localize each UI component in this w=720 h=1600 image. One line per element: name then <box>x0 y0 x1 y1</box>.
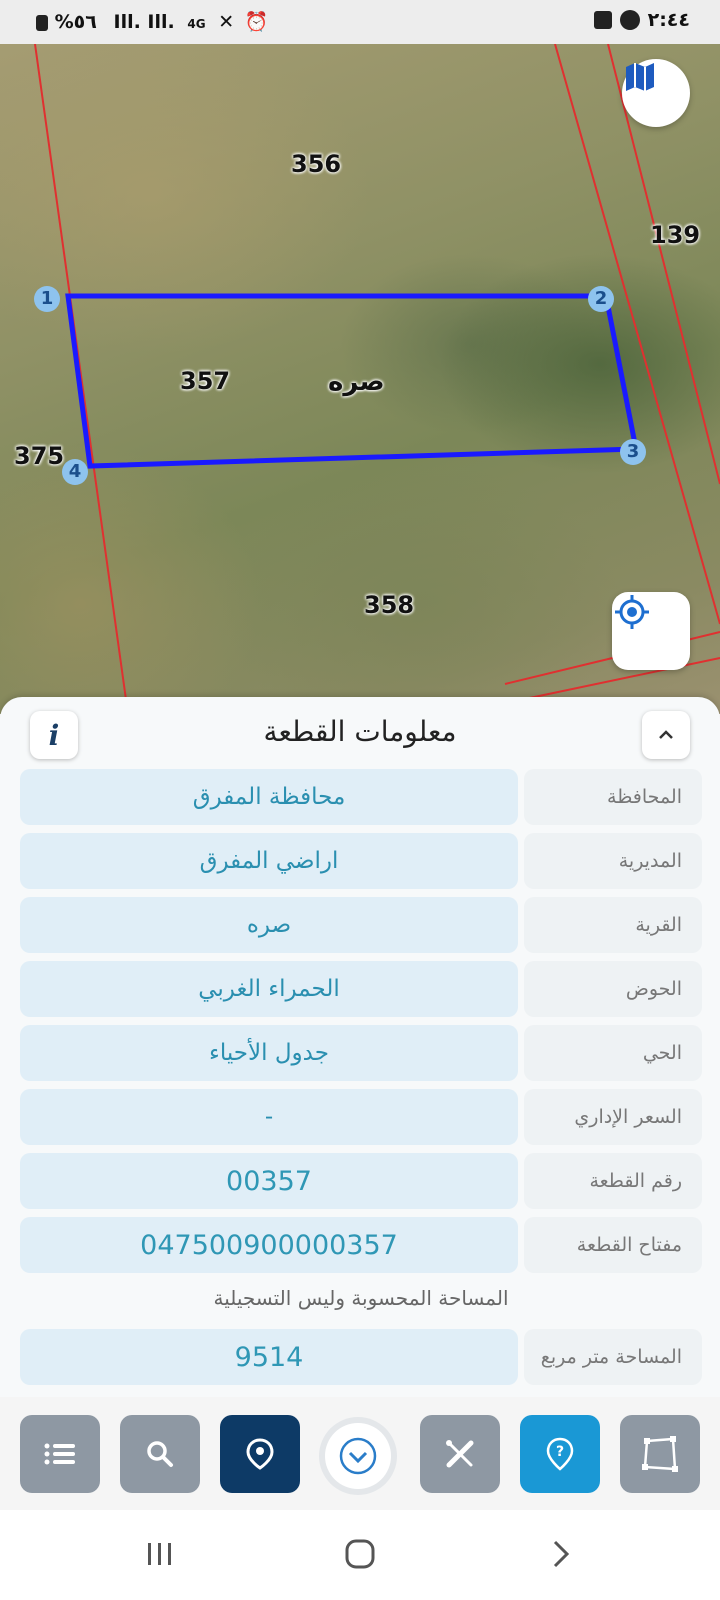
info-row-admin-price: - السعر الإداري <box>20 1089 702 1145</box>
help-button[interactable]: ? <box>520 1415 600 1493</box>
basin-label: الحوض <box>524 961 702 1017</box>
system-nav-bar <box>0 1510 720 1600</box>
battery-level: %٥٦ <box>54 11 97 33</box>
panel-title: معلومات القطعة <box>263 715 457 748</box>
vertex-marker[interactable]: 1 <box>34 286 60 312</box>
panel-header: i معلومات القطعة <box>0 697 720 769</box>
info-row-basin: الحمراء الغربي الحوض <box>20 961 702 1017</box>
home-icon <box>345 1539 375 1569</box>
area-note: المساحة المحسوبة وليس التسجيلية <box>213 1286 509 1310</box>
chevron-up-icon <box>659 730 673 739</box>
cadastral-line <box>34 44 129 714</box>
vertex-marker[interactable]: 3 <box>620 439 646 465</box>
home-button[interactable] <box>330 1532 390 1576</box>
whatsapp-icon <box>619 10 640 30</box>
crosshair-icon <box>615 595 649 629</box>
recents-icon <box>148 1543 171 1565</box>
directorate-value: اراضي المفرق <box>20 833 518 889</box>
collapse-button[interactable] <box>642 711 690 759</box>
village-label: القرية <box>524 897 702 953</box>
governorate-label: المحافظة <box>524 769 702 825</box>
info-row-governorate: محافظة المفرق المحافظة <box>20 769 702 825</box>
network-type: 4G <box>187 17 206 31</box>
parcel-number-358: 358 <box>364 591 415 619</box>
screenshot-icon <box>593 11 612 29</box>
directorate-label: المديرية <box>524 833 702 889</box>
neighborhood-value: جدول الأحياء <box>20 1025 518 1081</box>
parcel-number-356: 356 <box>291 150 342 178</box>
info-row-parcel-key: 047500900000357 مفتاح القطعة <box>20 1217 702 1273</box>
info-row-village: صره القرية <box>20 897 702 953</box>
admin-price-label: السعر الإداري <box>524 1089 702 1145</box>
parcel-number-value: 00357 <box>20 1153 518 1209</box>
svg-text:?: ? <box>556 1444 564 1460</box>
measure-icon <box>446 1440 474 1468</box>
area-name-label: صره <box>328 367 385 397</box>
parcel-key-label: مفتاح القطعة <box>524 1217 702 1273</box>
signal-icon: Ill. Ill. <box>113 11 175 33</box>
area-label: المساحة متر مربع <box>524 1329 702 1385</box>
info-row-area: 9514 المساحة متر مربع <box>20 1329 702 1385</box>
collapse-toolbar-button[interactable] <box>325 1423 391 1489</box>
map-view[interactable]: 356 139 357 صره 375 358 1 2 3 4 <box>0 44 720 714</box>
info-row-parcel-number: 00357 رقم القطعة <box>20 1153 702 1209</box>
status-left: %٥٦ Ill. Ill. 4G ✕ ⏰ <box>36 10 268 33</box>
help-icon: ? <box>546 1437 574 1471</box>
governorate-value: محافظة المفرق <box>20 769 518 825</box>
parcel-info-panel: i معلومات القطعة محافظة المفرق المحافظة … <box>0 697 720 1397</box>
mute-icon: ✕ <box>218 11 235 33</box>
vertex-marker[interactable]: 4 <box>62 459 88 485</box>
list-button[interactable] <box>20 1415 100 1493</box>
chevron-down-icon <box>339 1437 377 1475</box>
info-row-neighborhood: جدول الأحياء الحي <box>20 1025 702 1081</box>
status-bar: %٥٦ Ill. Ill. 4G ✕ ⏰ ٢:٤٤ <box>0 0 720 44</box>
polygon-icon <box>642 1436 678 1472</box>
admin-price-value: - <box>20 1089 518 1145</box>
map-icon <box>626 63 654 91</box>
parcel-number-139: 139 <box>650 221 701 249</box>
basin-value: الحمراء الغربي <box>20 961 518 1017</box>
vertex-marker[interactable]: 2 <box>588 286 614 312</box>
parcel-key-value: 047500900000357 <box>20 1217 518 1273</box>
status-right: ٢:٤٤ <box>593 9 690 31</box>
location-button[interactable] <box>220 1415 300 1493</box>
bottom-toolbar: ? <box>0 1397 720 1510</box>
info-row-directorate: اراضي المفرق المديرية <box>20 833 702 889</box>
locate-button[interactable] <box>612 592 690 670</box>
cadastral-line <box>554 44 720 625</box>
recents-button[interactable] <box>130 1532 190 1576</box>
location-pin-icon <box>246 1438 274 1470</box>
battery-icon <box>36 14 48 31</box>
neighborhood-label: الحي <box>524 1025 702 1081</box>
search-icon <box>147 1441 173 1467</box>
alarm-icon: ⏰ <box>244 11 269 33</box>
parcel-number-375: 375 <box>14 442 65 470</box>
map-type-button[interactable] <box>622 59 690 127</box>
list-icon <box>44 1443 75 1465</box>
back-icon <box>553 1540 570 1568</box>
area-value: 9514 <box>20 1329 518 1385</box>
measure-button[interactable] <box>420 1415 500 1493</box>
parcel-number-357: 357 <box>180 367 231 395</box>
search-button[interactable] <box>120 1415 200 1493</box>
polygon-button[interactable] <box>620 1415 700 1493</box>
back-button[interactable] <box>530 1532 590 1576</box>
village-value: صره <box>20 897 518 953</box>
parcel-number-label: رقم القطعة <box>524 1153 702 1209</box>
clock: ٢:٤٤ <box>647 9 690 31</box>
